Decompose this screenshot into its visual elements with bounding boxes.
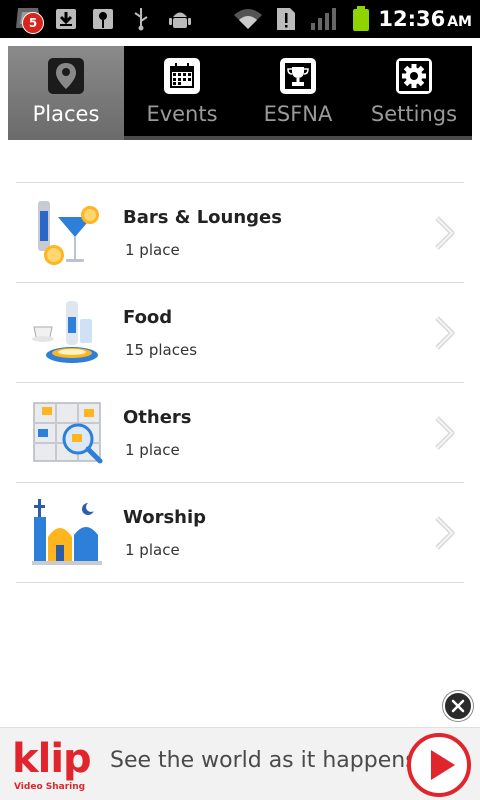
food-plate-icon (30, 297, 104, 371)
play-icon[interactable] (406, 732, 472, 798)
tab-esfna[interactable]: ESFNA (240, 46, 356, 140)
ad-banner[interactable]: klip Video Sharing See the world as it h… (0, 727, 480, 800)
category-count: 15 places (125, 341, 198, 359)
list-item-others[interactable]: Others 1 place (16, 383, 464, 483)
tab-bar: Places Events ESFNA Settings (8, 46, 472, 140)
chevron-right-icon (432, 515, 458, 551)
list-item-bars-lounges[interactable]: Bars & Lounges 1 place (16, 183, 464, 283)
calendar-icon (164, 58, 200, 94)
chevron-right-icon (432, 315, 458, 351)
clock-time: 12:36 (378, 7, 446, 31)
close-icon (451, 699, 465, 713)
map-pin-icon (48, 58, 84, 94)
signal-icon (310, 6, 338, 32)
worship-icon (30, 497, 104, 571)
battery-icon (350, 6, 372, 32)
ad-brand-logo: klip (12, 736, 92, 782)
chevron-right-icon (432, 215, 458, 251)
usb-icon (130, 6, 152, 32)
tab-esfna-label: ESFNA (263, 102, 333, 126)
tab-events-label: Events (146, 102, 218, 126)
category-title: Bars & Lounges (123, 207, 282, 228)
category-title: Others (123, 407, 192, 428)
tab-settings[interactable]: Settings (356, 46, 472, 140)
category-list: Bars & Lounges 1 place Food 15 places Ot… (16, 182, 464, 583)
tab-indicator (356, 136, 472, 140)
status-bar: 5 12:36 AM (0, 0, 480, 38)
ad-brand-subtitle: Video Sharing (14, 782, 86, 792)
download-icon (55, 6, 77, 32)
map-icon (92, 6, 114, 32)
clock: 12:36 AM (378, 6, 472, 32)
gear-icon (396, 58, 432, 94)
list-item-worship[interactable]: Worship 1 place (16, 483, 464, 583)
notification-count-badge: 5 (22, 12, 44, 34)
sim-alert-icon (276, 6, 296, 32)
wifi-icon (232, 6, 264, 32)
tab-settings-label: Settings (370, 102, 458, 126)
trophy-icon (280, 58, 316, 94)
tab-indicator (8, 136, 124, 140)
ad-tagline: See the world as it happens (110, 748, 417, 773)
ad-close-button[interactable] (443, 691, 473, 721)
category-count: 1 place (125, 541, 180, 559)
category-title: Worship (123, 507, 207, 528)
android-debug-icon (168, 6, 192, 32)
category-count: 1 place (125, 441, 180, 459)
clock-ampm: AM (447, 14, 472, 30)
chevron-right-icon (432, 415, 458, 451)
category-count: 1 place (125, 241, 180, 259)
category-title: Food (123, 307, 173, 328)
tab-indicator (124, 136, 240, 140)
cocktail-icon (30, 197, 104, 271)
tab-indicator (240, 136, 356, 140)
tab-places[interactable]: Places (8, 46, 124, 140)
app-screen: 5 12:36 AM Places Events ESFNA Settings … (0, 0, 480, 800)
tab-events[interactable]: Events (124, 46, 240, 140)
tab-places-label: Places (32, 102, 100, 126)
list-item-food[interactable]: Food 15 places (16, 283, 464, 383)
map-search-icon (30, 397, 104, 471)
